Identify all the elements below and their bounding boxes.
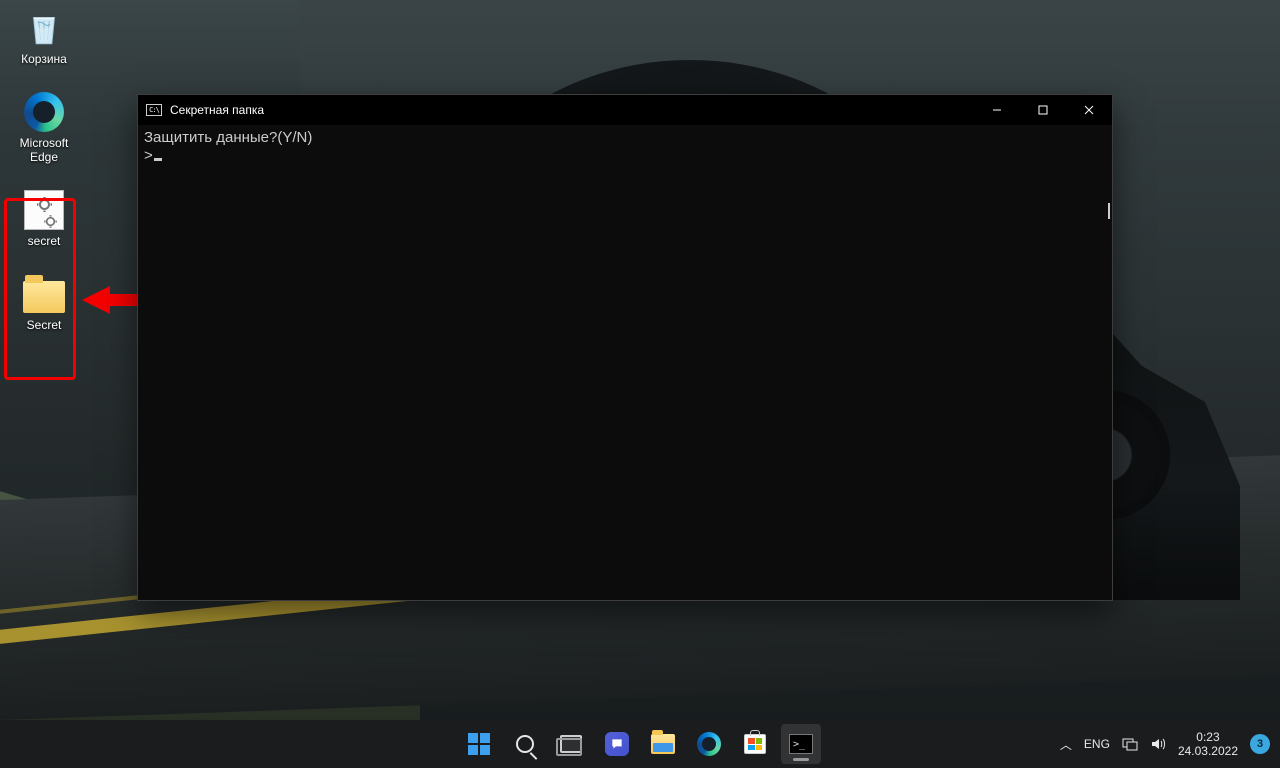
chat-icon <box>605 732 629 756</box>
console-prompt: > <box>144 147 153 164</box>
task-view-icon <box>559 732 583 756</box>
recycle-bin-icon <box>22 6 66 50</box>
desktop-icon-label: Корзина <box>8 52 80 66</box>
network-icon <box>1122 736 1138 752</box>
desktop-icon-label: Microsoft Edge <box>8 136 80 164</box>
cursor-icon <box>154 158 162 161</box>
console-prompt-line: > <box>144 147 1106 165</box>
language-indicator[interactable]: ENG <box>1084 720 1110 768</box>
console-window[interactable]: C:\ Секретная папка Защитить данные?(Y/N… <box>137 94 1113 601</box>
desktop[interactable]: Корзина Microsoft Edge secret Secret <box>0 0 1280 768</box>
maximize-button[interactable] <box>1020 95 1066 125</box>
store-icon <box>743 732 767 756</box>
edge-button[interactable] <box>689 724 729 764</box>
close-button[interactable] <box>1066 95 1112 125</box>
volume-button[interactable] <box>1150 720 1166 768</box>
system-tray: ︿ ENG 0:23 24.03.2022 3 <box>1060 720 1280 768</box>
edge-icon <box>22 90 66 134</box>
console-titlebar[interactable]: C:\ Секретная папка <box>138 95 1112 125</box>
minimize-button[interactable] <box>974 95 1020 125</box>
tray-overflow-button[interactable]: ︿ <box>1060 720 1072 768</box>
desktop-icon-recycle-bin[interactable]: Корзина <box>8 6 80 66</box>
chevron-up-icon: ︿ <box>1060 736 1072 753</box>
network-button[interactable] <box>1122 720 1138 768</box>
search-button[interactable] <box>505 724 545 764</box>
notifications-button[interactable]: 3 <box>1250 720 1270 768</box>
windows-logo-icon <box>467 732 491 756</box>
edge-icon <box>697 732 721 756</box>
console-body[interactable]: Защитить данные?(Y/N) > <box>138 125 1112 600</box>
console-output-line: Защитить данные?(Y/N) <box>144 129 1106 147</box>
chat-button[interactable] <box>597 724 637 764</box>
file-explorer-button[interactable] <box>643 724 683 764</box>
notification-badge: 3 <box>1250 734 1270 754</box>
console-scrollbar-thumb[interactable] <box>1108 203 1110 219</box>
console-app-icon: C:\ <box>146 104 162 116</box>
console-title: Секретная папка <box>170 103 264 117</box>
terminal-button[interactable]: >_ <box>781 724 821 764</box>
volume-icon <box>1150 736 1166 752</box>
tray-time: 0:23 <box>1196 730 1219 744</box>
desktop-icon-edge[interactable]: Microsoft Edge <box>8 90 80 164</box>
file-explorer-icon <box>651 732 675 756</box>
microsoft-store-button[interactable] <box>735 724 775 764</box>
clock-button[interactable]: 0:23 24.03.2022 <box>1178 720 1238 768</box>
taskbar[interactable]: >_ ︿ ENG 0:23 24.03.2022 3 <box>0 720 1280 768</box>
start-button[interactable] <box>459 724 499 764</box>
task-view-button[interactable] <box>551 724 591 764</box>
console-scrollbar[interactable] <box>1106 155 1112 600</box>
tray-date: 24.03.2022 <box>1178 744 1238 758</box>
search-icon <box>513 732 537 756</box>
taskbar-center: >_ <box>459 720 821 768</box>
annotation-highlight-box <box>4 198 76 380</box>
terminal-icon: >_ <box>789 732 813 756</box>
